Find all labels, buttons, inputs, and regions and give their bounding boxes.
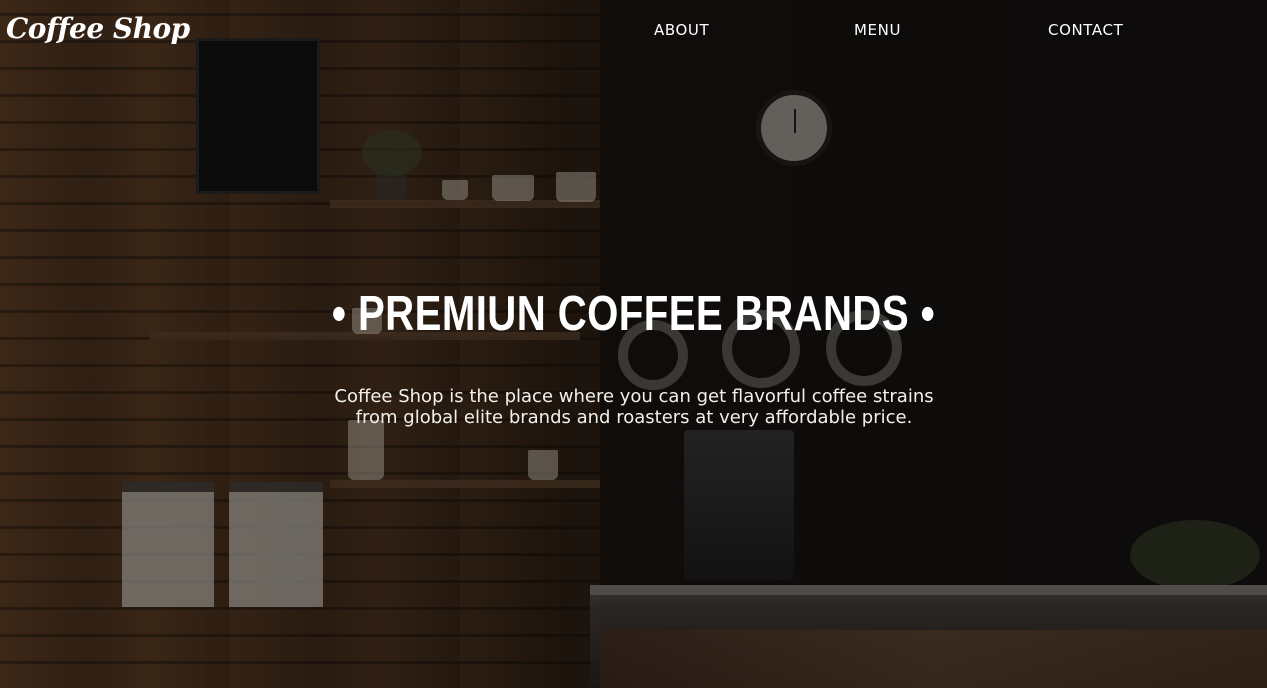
hero-title: • PREMIUN COFFEE BRANDS •	[331, 287, 936, 341]
nav-about-link[interactable]: ABOUT	[654, 21, 709, 39]
brand-logo[interactable]: Coffee Shop	[6, 12, 190, 45]
nav-menu-link[interactable]: MENU	[854, 21, 901, 39]
hero-description: Coffee Shop is the place where you can g…	[334, 386, 934, 428]
dark-overlay	[0, 0, 1267, 688]
nav-contact-link[interactable]: CONTACT	[1048, 21, 1123, 39]
hero-background-image	[0, 0, 1267, 688]
